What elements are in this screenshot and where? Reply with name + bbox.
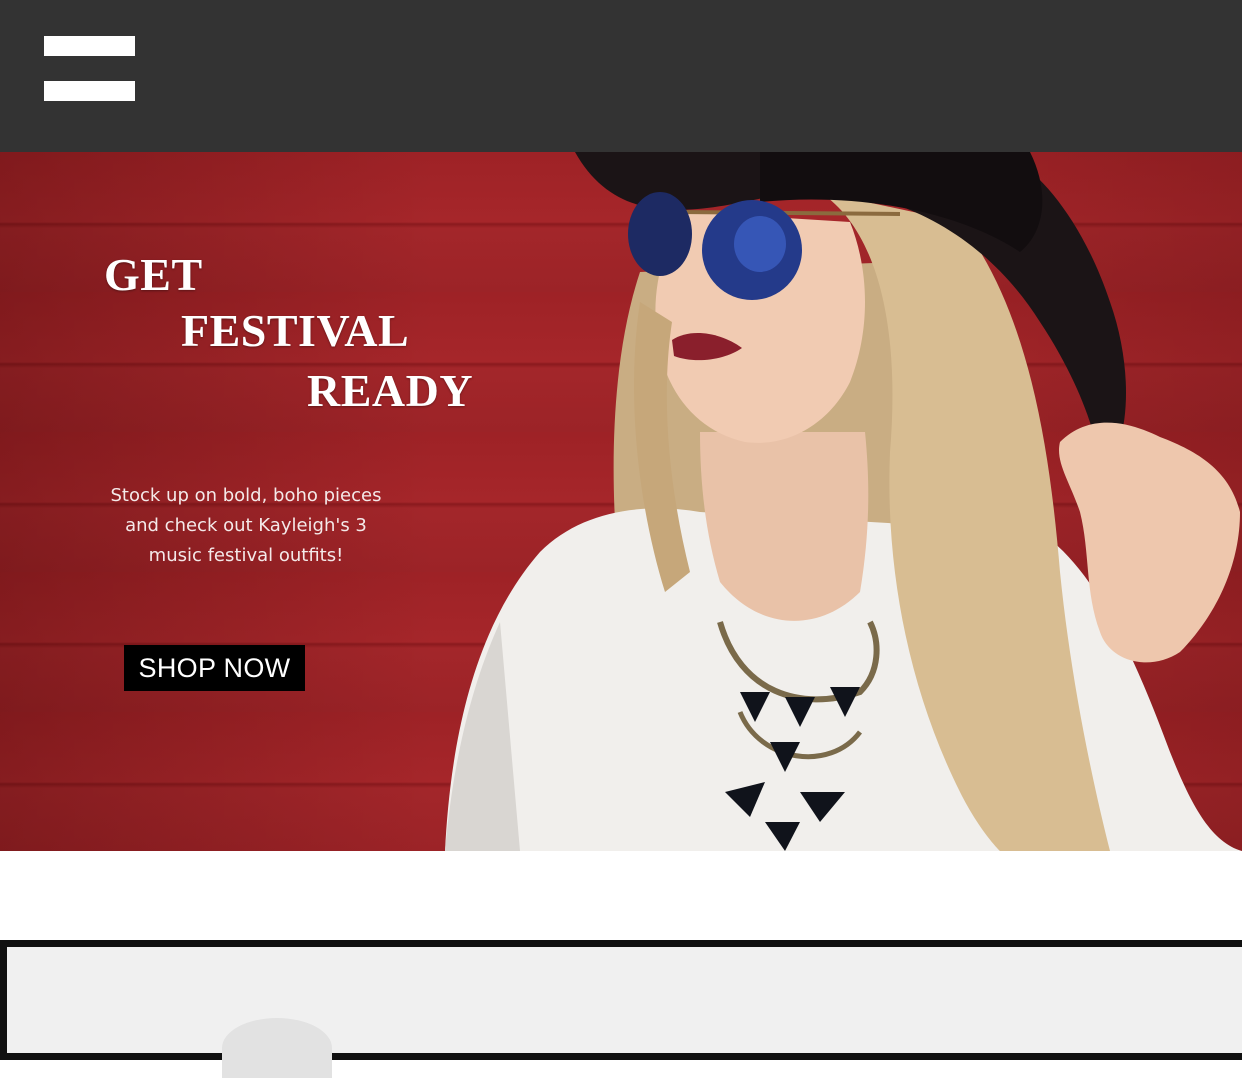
hero-tagline: Stock up on bold, boho pieces and check … [110, 485, 382, 566]
hero-banner[interactable]: GET FESTIVAL READY Stock up on bold, boh… [0, 152, 1242, 851]
sunglasses-bridge [679, 210, 901, 216]
hamburger-menu-icon[interactable] [40, 30, 140, 106]
sunglasses-lens-left [628, 192, 692, 276]
menu-bar-bottom [44, 81, 135, 101]
headline-line-1: GET [104, 249, 203, 300]
headline-line-3: READY [307, 365, 474, 416]
next-content-card[interactable] [0, 940, 1242, 1078]
shop-now-button[interactable]: SHOP NOW [124, 645, 305, 691]
top-bar [0, 0, 1242, 152]
sunglasses-glare [734, 216, 786, 272]
headline-line-2: FESTIVAL [181, 305, 410, 356]
card-image-partial [222, 1018, 332, 1078]
menu-bar-top [44, 36, 135, 56]
